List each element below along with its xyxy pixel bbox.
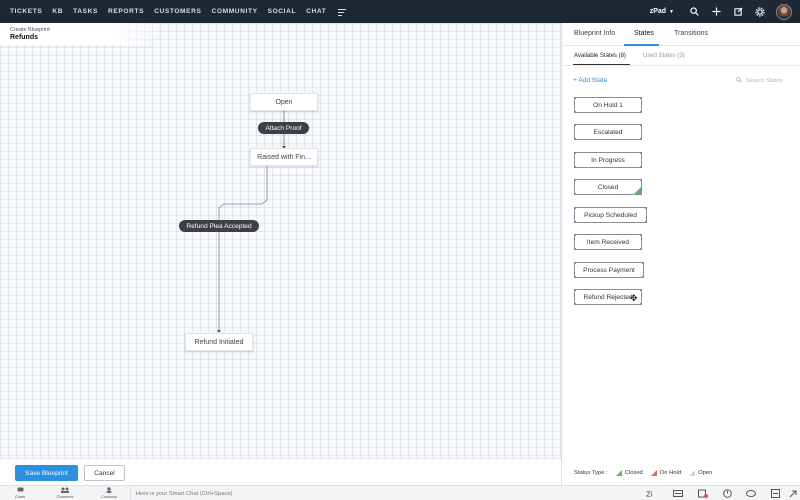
state-node-refund-initiated[interactable]: Refund Initiated — [185, 333, 253, 351]
top-nav: TICKETS KB TASKS REPORTS CUSTOMERS COMMU… — [0, 0, 800, 23]
nav-kb[interactable]: KB — [52, 8, 63, 15]
search-states-input[interactable]: Search States — [736, 77, 782, 85]
bottom-chats[interactable]: Chats — [10, 487, 30, 499]
transition-refund-plea-accepted[interactable]: Refund Plea Accepted — [179, 220, 259, 232]
tab-states[interactable]: States — [634, 30, 654, 37]
nav-community[interactable]: COMMUNITY — [212, 8, 258, 15]
chat-bubble-icon — [10, 487, 30, 494]
compose-icon[interactable] — [770, 489, 780, 498]
tab-transitions[interactable]: Transitions — [674, 30, 708, 37]
action-bar: Save Blueprint Cancel — [0, 458, 561, 485]
nav-tasks[interactable]: TASKS — [73, 8, 98, 15]
zia-icon[interactable]: Zi — [646, 489, 656, 498]
legend-closed: Closed — [615, 470, 643, 476]
legend-label: Status Type : — [574, 470, 608, 476]
nav-chat[interactable]: CHAT — [306, 8, 326, 15]
bottom-channels[interactable]: Channels — [55, 487, 75, 499]
state-card-item-received[interactable]: Item Received — [574, 234, 642, 250]
cancel-button[interactable]: Cancel — [84, 465, 125, 481]
bottom-bar: Chats Channels Contacts Here is your Sma… — [0, 485, 800, 500]
breadcrumb: Create Blueprint Refunds — [0, 23, 160, 45]
nav-social[interactable]: SOCIAL — [268, 8, 297, 15]
nav-tickets[interactable]: TICKETS — [10, 8, 42, 15]
breadcrumb-section: Create Blueprint — [10, 27, 50, 33]
plus-icon[interactable] — [710, 6, 722, 18]
clock-icon[interactable] — [722, 489, 732, 498]
state-card-pickup-scheduled[interactable]: Pickup Scheduled — [574, 207, 647, 223]
state-card-escalated[interactable]: Escalated — [574, 124, 642, 140]
state-card-in-progress[interactable]: In Progress — [574, 152, 642, 168]
channels-icon — [55, 487, 75, 494]
page-title: Refunds — [10, 34, 38, 41]
portal-switcher[interactable]: zPad ▼ — [650, 8, 674, 15]
transition-attach-proof[interactable]: Attach Proof — [258, 122, 309, 134]
state-label: Refund Rejected — [583, 293, 633, 301]
state-label: Pickup Scheduled — [584, 211, 637, 219]
state-node-raised-with-finance[interactable]: Raised with Fin... — [250, 148, 318, 166]
search-icon — [736, 77, 742, 85]
notifications-icon[interactable] — [698, 489, 708, 498]
legend-on-hold: On Hold — [650, 470, 681, 476]
contact-icon — [99, 487, 119, 494]
status-type-legend: Status Type : Closed On Hold Open — [574, 470, 712, 476]
state-label: On Hold 1 — [593, 101, 623, 109]
chat-icon[interactable] — [746, 489, 756, 498]
state-label: Escalated — [593, 128, 623, 136]
svg-text:Zi: Zi — [646, 491, 653, 498]
share-icon[interactable] — [732, 6, 744, 18]
nav-customers[interactable]: CUSTOMERS — [154, 8, 201, 15]
state-label: Process Payment — [583, 266, 635, 274]
state-card-closed[interactable]: Closed — [574, 179, 642, 195]
tab-blueprint-info[interactable]: Blueprint Info — [574, 30, 615, 37]
expand-icon[interactable] — [788, 489, 798, 498]
avatar[interactable] — [776, 3, 792, 20]
states-panel: Blueprint Info States Transitions Availa… — [561, 23, 800, 485]
menu-icon[interactable] — [338, 8, 347, 16]
nav-reports[interactable]: REPORTS — [108, 8, 144, 15]
tab-available-states[interactable]: Available States (8) — [574, 53, 626, 59]
bottom-contacts[interactable]: Contacts — [99, 487, 119, 499]
panel-tabs: Blueprint Info States Transitions — [562, 23, 800, 46]
move-cursor-icon: ✥ — [630, 293, 638, 303]
state-label: In Progress — [591, 156, 625, 164]
closed-status-marker — [634, 187, 641, 194]
state-card-process-payment[interactable]: Process Payment — [574, 262, 644, 278]
state-label: Item Received — [586, 238, 630, 246]
state-label: Closed — [597, 183, 619, 191]
search-placeholder: Search States — [746, 78, 783, 84]
save-blueprint-button[interactable]: Save Blueprint — [15, 465, 78, 481]
tab-used-states[interactable]: Used States (3) — [643, 53, 685, 59]
smart-chat-input[interactable]: Here is your Smart Chat (Ctrl+Space) — [130, 486, 510, 500]
state-sub-tabs: Available States (8) Used States (3) — [562, 46, 800, 66]
state-card-on-hold-1[interactable]: On Hold 1 — [574, 97, 642, 113]
blueprint-canvas[interactable] — [0, 23, 561, 458]
gear-icon[interactable] — [754, 6, 766, 18]
keyboard-icon[interactable] — [673, 489, 683, 498]
state-node-open[interactable]: Open — [250, 93, 318, 111]
legend-open: Open — [689, 470, 712, 476]
add-state-button[interactable]: + Add State — [573, 77, 607, 84]
sub-tab-indicator — [573, 64, 630, 65]
search-icon[interactable] — [688, 6, 700, 18]
